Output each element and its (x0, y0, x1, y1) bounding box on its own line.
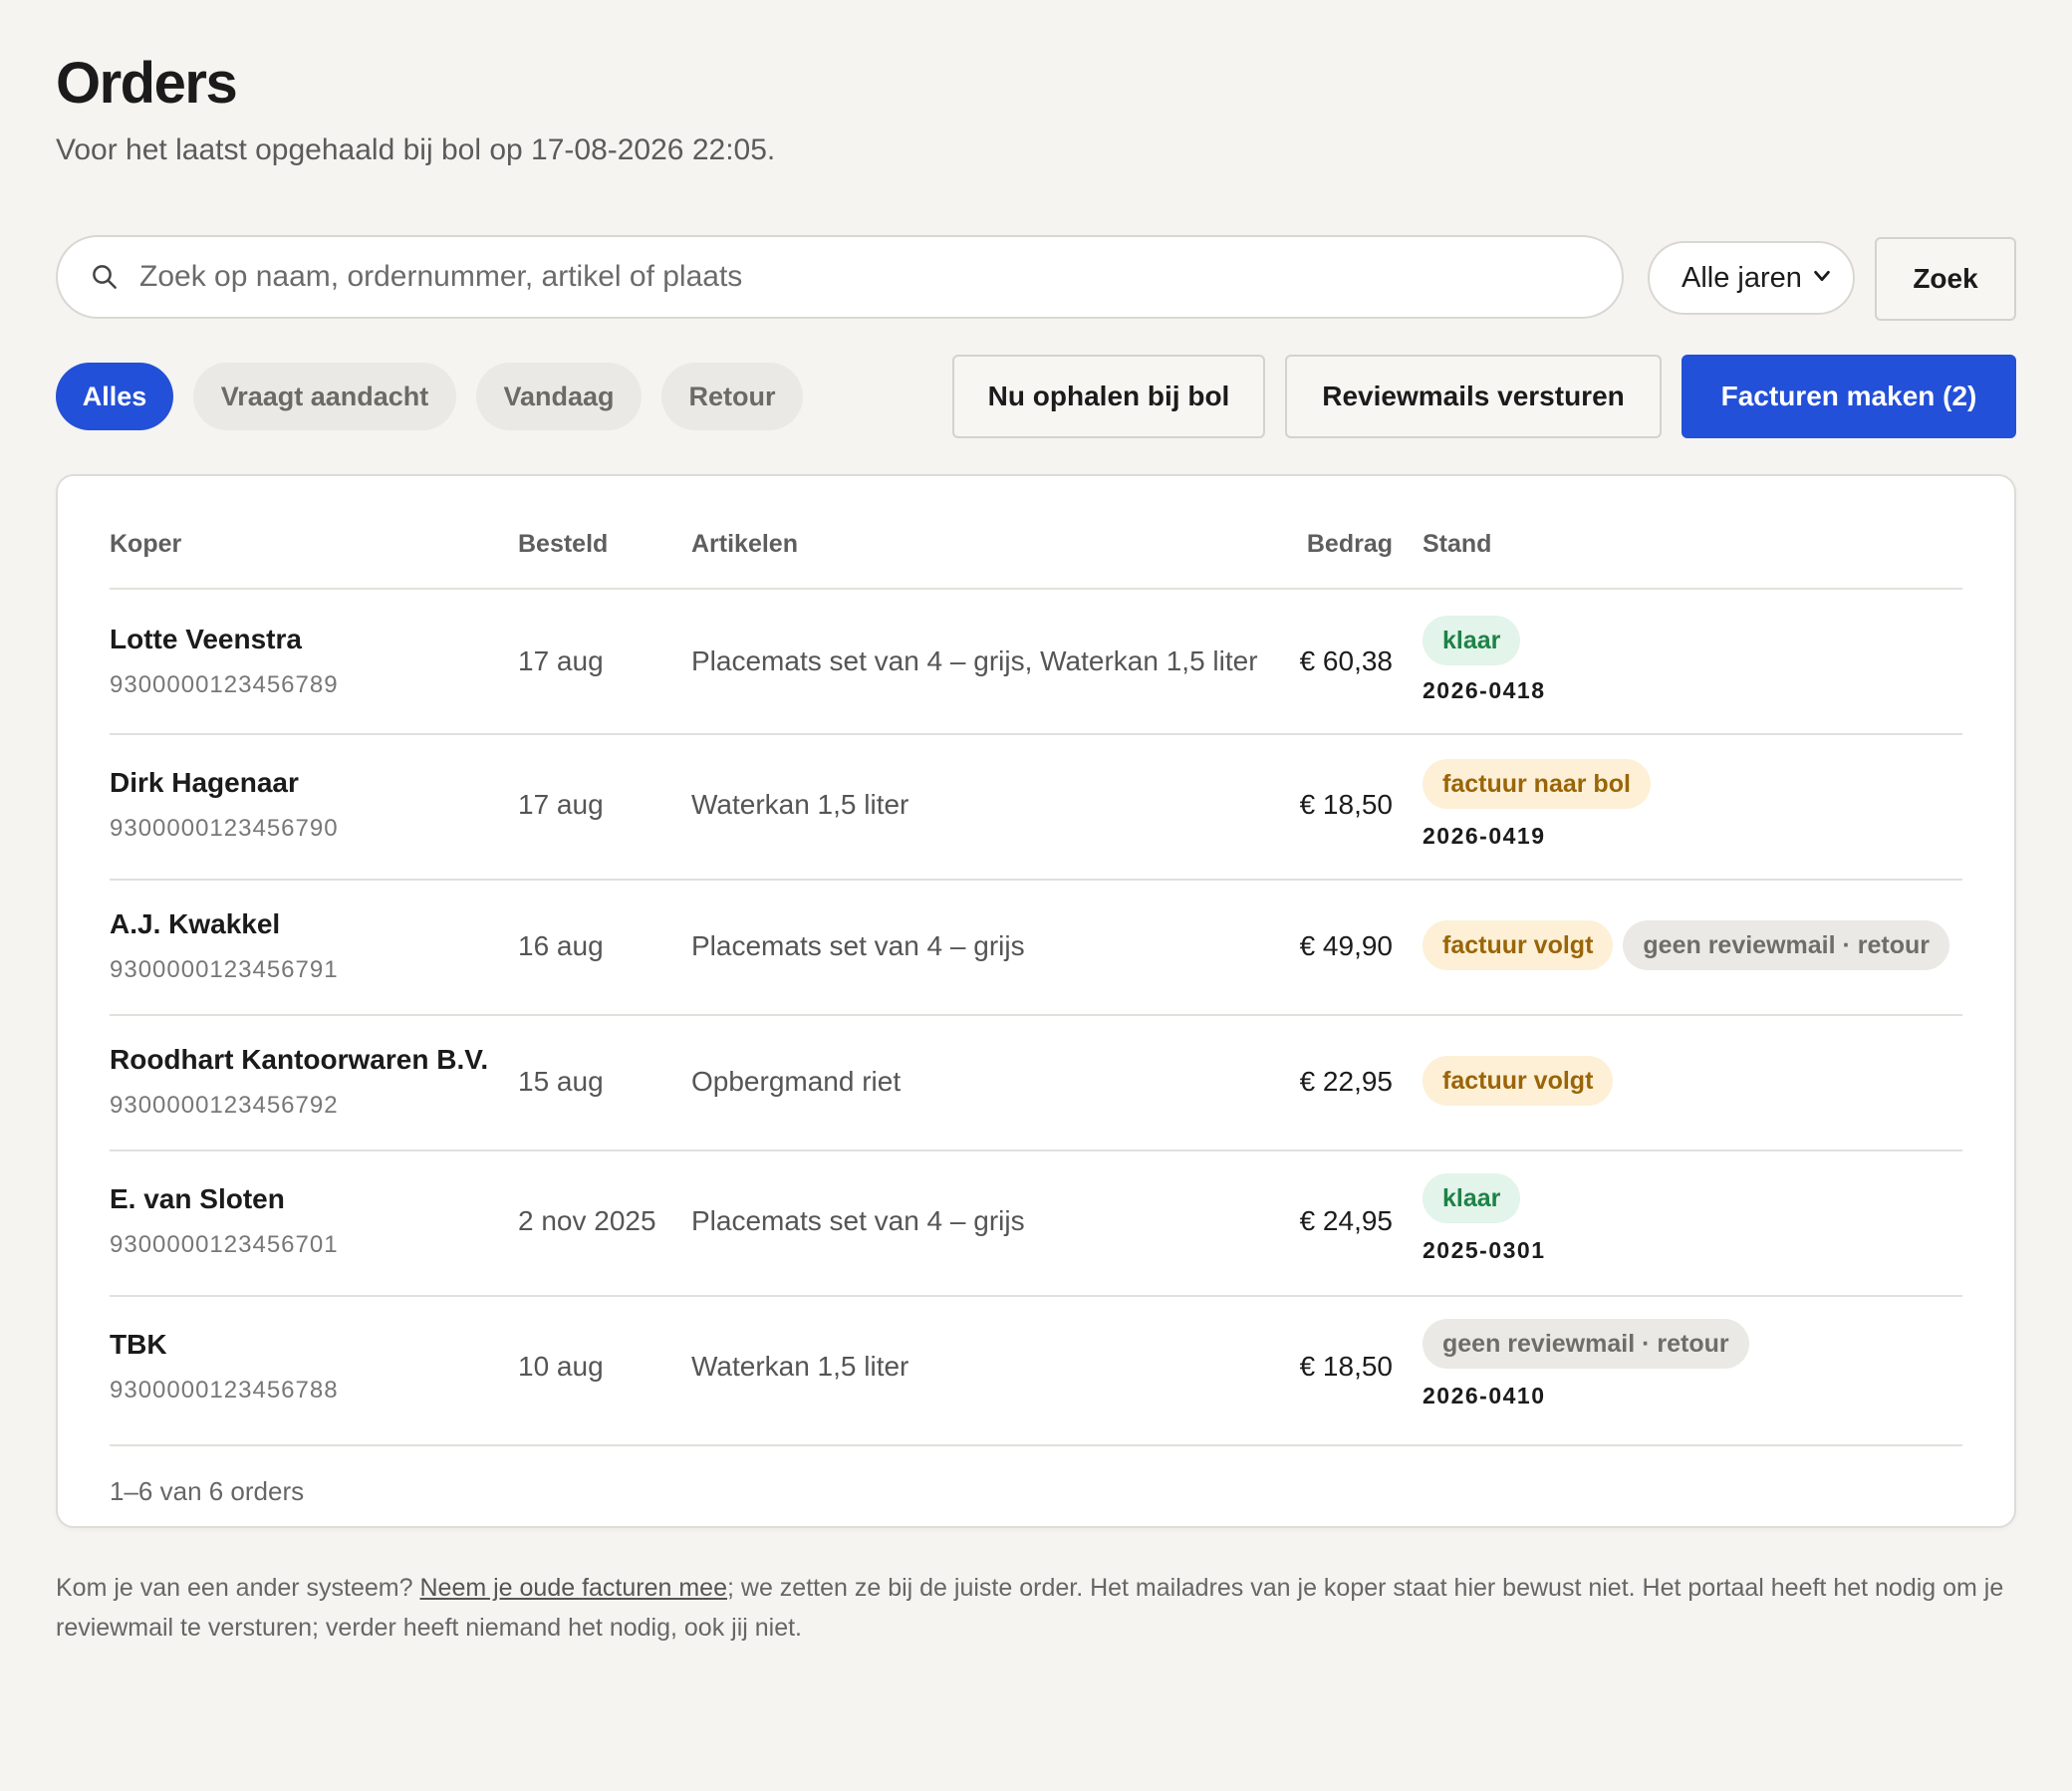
order-number: 9300000123456701 (110, 1231, 339, 1258)
order-amount: € 60,38 (1299, 645, 1393, 676)
year-select-value: Alle jaren (1682, 261, 1802, 294)
status-badges: klaar (1423, 1173, 1521, 1223)
status-badges: factuur naar bol (1423, 759, 1651, 809)
order-date: 10 aug (518, 1351, 604, 1382)
orders-table-card: Koper Besteld Artikelen Bedrag Stand Lot… (56, 474, 2016, 1528)
status-badge: geen reviewmail · retour (1623, 920, 1950, 970)
footer-note: Kom je van een ander systeem? Neem je ou… (56, 1568, 2008, 1648)
buyer-name: TBK (110, 1329, 167, 1360)
order-number: 9300000123456791 (110, 956, 339, 983)
order-items: Placemats set van 4 – grijs (691, 930, 1025, 961)
search-box[interactable] (56, 235, 1624, 319)
last-fetched-text: Voor het laatst opgehaald bij bol op 17-… (56, 133, 776, 166)
table-header: Koper Besteld Artikelen Bedrag Stand (110, 530, 1962, 590)
send-review-mails-button[interactable]: Reviewmails versturen (1285, 355, 1662, 438)
table-row[interactable]: E. van Sloten 9300000123456701 2 nov 202… (110, 1150, 1962, 1297)
order-number: 9300000123456788 (110, 1377, 339, 1404)
order-amount: € 18,50 (1299, 1351, 1393, 1382)
order-items: Opbergmand riet (691, 1066, 902, 1097)
column-header-amount: Bedrag (1306, 530, 1393, 558)
status-badge: factuur naar bol (1423, 759, 1651, 809)
status-badges: factuur volgt geen reviewmail · retour (1423, 920, 1950, 970)
table-row[interactable]: Dirk Hagenaar 9300000123456790 17 aug Wa… (110, 733, 1962, 881)
status-badge: klaar (1423, 616, 1521, 665)
buyer-name: Roodhart Kantoorwaren B.V. (110, 1044, 489, 1075)
table-row[interactable]: Lotte Veenstra 9300000123456789 17 aug P… (110, 590, 1962, 735)
invoice-number: 2026-0418 (1423, 677, 1546, 703)
table-row[interactable]: Roodhart Kantoorwaren B.V. 9300000123456… (110, 1014, 1962, 1151)
fetch-from-bol-button[interactable]: Nu ophalen bij bol (952, 355, 1265, 438)
chevron-down-icon (1814, 270, 1830, 282)
filter-today[interactable]: Vandaag (476, 363, 642, 430)
invoice-number: 2026-0419 (1423, 823, 1546, 849)
table-row[interactable]: TBK 9300000123456788 10 aug Waterkan 1,5… (110, 1295, 1962, 1446)
buyer-name: E. van Sloten (110, 1183, 285, 1214)
footer-text-start: Kom je van een ander systeem? (56, 1574, 420, 1602)
order-amount: € 24,95 (1299, 1205, 1393, 1236)
order-date: 2 nov 2025 (518, 1205, 656, 1236)
status-badge: factuur volgt (1423, 1056, 1614, 1106)
order-amount: € 22,95 (1299, 1066, 1393, 1097)
buyer-name: A.J. Kwakkel (110, 908, 281, 939)
buyer-name: Dirk Hagenaar (110, 767, 299, 798)
order-date: 17 aug (518, 789, 604, 820)
order-number: 9300000123456792 (110, 1092, 339, 1119)
status-badge: factuur volgt (1423, 920, 1614, 970)
page-title: Orders (56, 51, 238, 116)
year-select[interactable]: Alle jaren (1648, 241, 1855, 315)
order-date: 15 aug (518, 1066, 604, 1097)
invoice-number: 2025-0301 (1423, 1237, 1546, 1263)
search-input[interactable] (137, 259, 1536, 295)
pagination-info: 1–6 van 6 orders (110, 1476, 305, 1506)
create-invoices-button[interactable]: Facturen maken (2) (1682, 355, 2016, 438)
order-amount: € 18,50 (1299, 789, 1393, 820)
order-number: 9300000123456789 (110, 671, 339, 698)
column-header-items: Artikelen (691, 530, 798, 558)
order-items: Placemats set van 4 – grijs, Waterkan 1,… (691, 645, 1258, 676)
column-header-buyer: Koper (110, 530, 182, 558)
filter-return[interactable]: Retour (661, 363, 803, 430)
filter-needs-attention[interactable]: Vraagt aandacht (193, 363, 456, 430)
column-header-ordered: Besteld (518, 530, 609, 558)
order-items: Waterkan 1,5 liter (691, 1351, 909, 1382)
buyer-name: Lotte Veenstra (110, 624, 302, 654)
status-badges: factuur volgt (1423, 1056, 1614, 1106)
status-badge: geen reviewmail · retour (1423, 1319, 1749, 1369)
status-badges: klaar (1423, 616, 1521, 665)
search-icon (93, 265, 117, 289)
status-badge: klaar (1423, 1173, 1521, 1223)
invoice-number: 2026-0410 (1423, 1383, 1546, 1408)
order-items: Placemats set van 4 – grijs (691, 1205, 1025, 1236)
order-date: 17 aug (518, 645, 604, 676)
import-old-invoices-link[interactable]: Neem je oude facturen mee (419, 1574, 727, 1602)
order-items: Waterkan 1,5 liter (691, 789, 909, 820)
status-badges: geen reviewmail · retour (1423, 1319, 1749, 1369)
search-button[interactable]: Zoek (1875, 237, 2016, 321)
order-number: 9300000123456790 (110, 815, 339, 842)
order-amount: € 49,90 (1299, 930, 1393, 961)
order-date: 16 aug (518, 930, 604, 961)
filter-all[interactable]: Alles (56, 363, 173, 430)
column-header-status: Stand (1423, 530, 1492, 558)
table-row[interactable]: A.J. Kwakkel 9300000123456791 16 aug Pla… (110, 879, 1962, 1016)
